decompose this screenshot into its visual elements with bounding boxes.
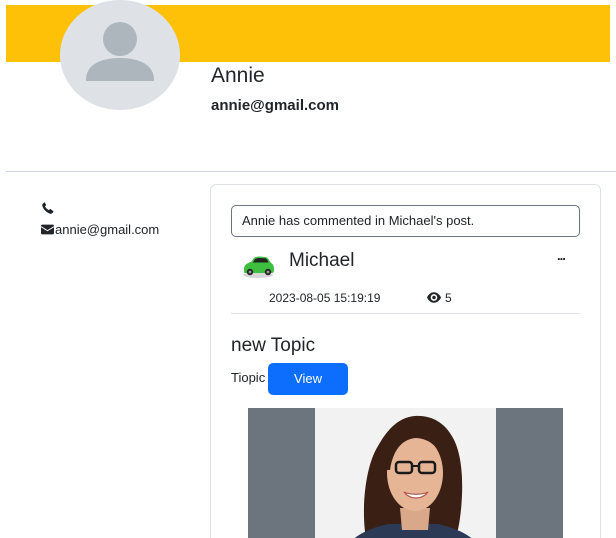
user-silhouette-icon bbox=[86, 22, 154, 81]
phone-icon bbox=[42, 202, 54, 214]
post-image bbox=[248, 408, 563, 538]
post-author: Michael bbox=[289, 250, 355, 271]
woman-photo bbox=[354, 415, 472, 538]
view-button[interactable]: View bbox=[268, 363, 348, 395]
profile-name: Annie bbox=[211, 64, 265, 87]
view-count: 5 bbox=[445, 291, 452, 305]
section-divider bbox=[6, 171, 616, 172]
post-body: Tiopic bbox=[231, 370, 266, 385]
post-timestamp: 2023-08-05 15:19:19 bbox=[269, 291, 381, 305]
contact-email: annie@gmail.com bbox=[41, 222, 159, 237]
green-car-icon bbox=[243, 256, 274, 278]
avatar bbox=[60, 0, 180, 110]
contact-email-text: annie@gmail.com bbox=[55, 222, 160, 237]
eye-icon bbox=[427, 292, 441, 303]
comment-notice: Annie has commented in Michael's post. bbox=[231, 205, 580, 237]
envelope-icon bbox=[41, 224, 54, 235]
more-options-icon[interactable]: ... bbox=[557, 248, 566, 263]
profile-email: annie@gmail.com bbox=[211, 97, 339, 114]
post-divider bbox=[231, 313, 580, 314]
post-title: new Topic bbox=[231, 335, 316, 356]
